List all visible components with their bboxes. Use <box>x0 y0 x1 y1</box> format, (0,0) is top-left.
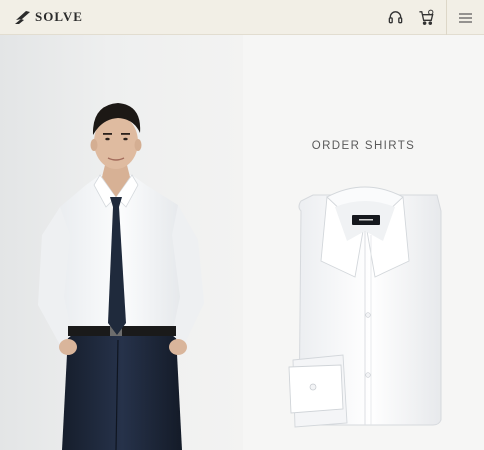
brand-name: SOLVE <box>35 9 83 24</box>
model-illustration <box>38 103 204 450</box>
menu-button[interactable] <box>446 0 484 35</box>
cart-button[interactable] <box>415 6 437 28</box>
support-button[interactable] <box>384 6 406 28</box>
logo-mark-icon <box>15 11 30 24</box>
order-shirts-panel[interactable]: ORDER SHIRTS <box>243 35 484 450</box>
model-hero-panel[interactable] <box>0 35 243 450</box>
brand-logo[interactable]: SOLVE <box>13 7 83 27</box>
cart-icon <box>418 9 433 25</box>
hamburger-menu-icon <box>459 12 472 23</box>
site-header: SOLVE <box>0 0 484 35</box>
folded-shirt-illustration <box>288 186 442 428</box>
support-headset-icon <box>388 10 402 23</box>
